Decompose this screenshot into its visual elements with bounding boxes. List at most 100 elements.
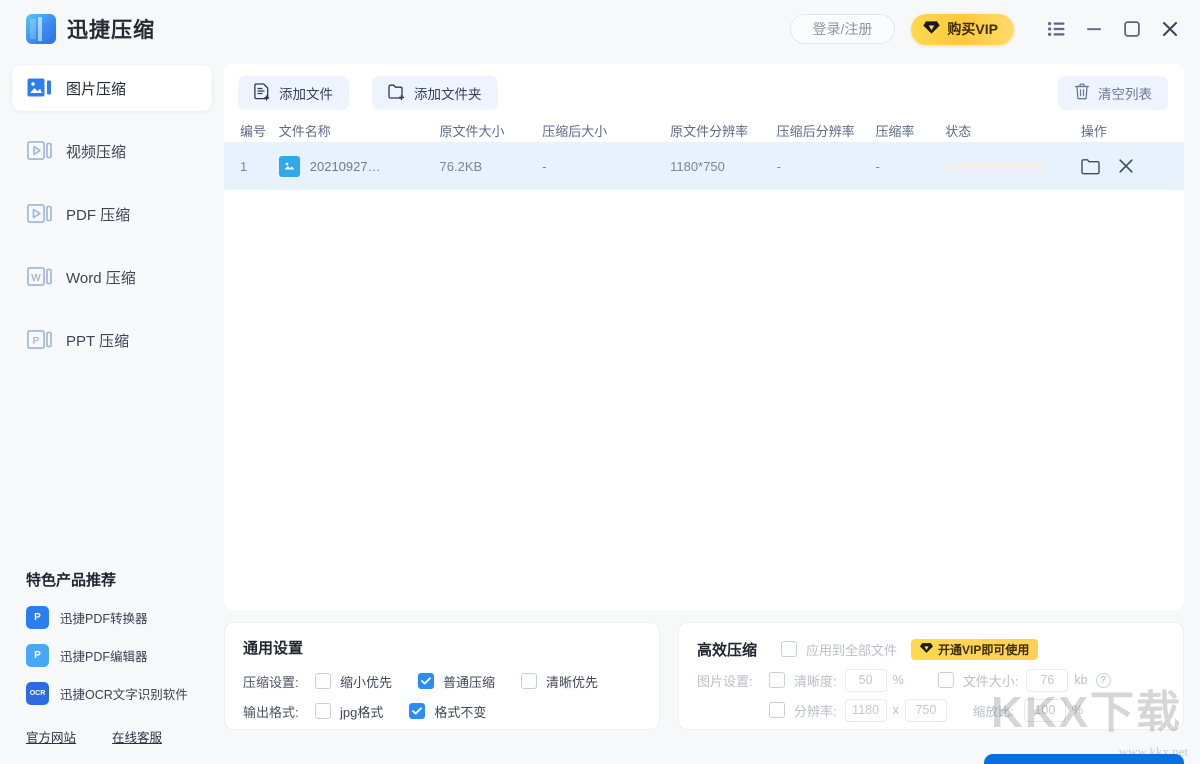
promo-item-ocr[interactable]: OCR 迅捷OCR文字识别软件 [26, 682, 224, 705]
application-window: 迅捷压缩 登录/注册 购买VIP 图片压缩 视频压缩 PDF 压缩 W Word… [0, 0, 1200, 764]
sidebar-item-word-compress[interactable]: W Word 压缩 [12, 254, 212, 300]
promo-item-label: 迅捷PDF转换器 [60, 612, 148, 626]
checkbox-normal-compress[interactable] [418, 673, 435, 689]
row-comp-size: - [542, 158, 547, 174]
sidebar: 图片压缩 视频压缩 PDF 压缩 W Word 压缩 P PPT 压缩 特色产品… [0, 58, 224, 764]
option-sharpness[interactable]: 清晰度: [769, 671, 837, 690]
option-shrink-priority[interactable]: 缩小优先 [315, 672, 392, 691]
minimize-icon[interactable] [1082, 17, 1106, 41]
vip-required-badge[interactable]: 开通VIP即可使用 [911, 638, 1039, 660]
sidebar-item-image-compress[interactable]: 图片压缩 [12, 65, 212, 111]
file-list-panel: 添加文件 添加文件夹 清空列表 编号 文件名称 原文件大小 压缩后大小 原文件分… [224, 64, 1184, 610]
row-orig-size: 76.2KB [439, 158, 483, 174]
resolution-x-separator: x [892, 703, 899, 717]
hq-compress-title: 高效压缩 [697, 641, 758, 659]
option-apply-to-all[interactable]: 应用到全部文件 [781, 640, 897, 659]
question-mark-icon[interactable]: ? [1095, 672, 1111, 688]
pdf-converter-icon: P [26, 606, 49, 629]
row-filename-cell: 20210927… [278, 155, 440, 177]
promo-item-label: 迅捷OCR文字识别软件 [60, 688, 188, 702]
option-keep-format[interactable]: 格式不变 [409, 702, 486, 721]
filesize-label: 文件大小: [962, 673, 1019, 689]
checkbox-shrink-priority[interactable] [315, 673, 331, 689]
option-label: 格式不变 [434, 704, 487, 720]
main-content: 添加文件 添加文件夹 清空列表 编号 文件名称 原文件大小 压缩后大小 原文件分… [224, 58, 1200, 764]
checkbox-keep-format[interactable] [409, 703, 426, 719]
login-register-button[interactable]: 登录/注册 [789, 14, 896, 44]
table-row[interactable]: 1 20210927… 76.2KB - 1180*750 - - [224, 142, 1184, 190]
add-file-button[interactable]: 添加文件 [238, 76, 349, 110]
promo-title: 特色产品推荐 [26, 572, 117, 589]
window-controls [1044, 17, 1182, 41]
row-no: 1 [240, 158, 248, 174]
bottom-bar: 保存至: 原文件夹 自定义 C:\Users\Test\Desktop 开始压缩 [224, 748, 1200, 764]
scale-unit: % [1071, 703, 1083, 717]
folder-icon[interactable] [1081, 158, 1100, 175]
filesize-input[interactable]: 76 [1026, 668, 1069, 692]
sidebar-item-label: 视频压缩 [66, 143, 127, 161]
diamond-icon [923, 20, 941, 38]
row-status [945, 163, 1081, 169]
svg-text:P: P [33, 336, 40, 347]
pdf-editor-icon: P [26, 644, 49, 667]
buy-vip-label: 购买VIP [947, 21, 998, 37]
checkbox-resolution[interactable] [769, 702, 785, 718]
sidebar-nav: 图片压缩 视频压缩 PDF 压缩 W Word 压缩 P PPT 压缩 [0, 58, 224, 363]
checkbox-jpg-format[interactable] [315, 703, 331, 719]
column-header-comp-res: 压缩后分辨率 [776, 123, 855, 139]
option-normal-compress[interactable]: 普通压缩 [418, 672, 495, 691]
maximize-icon[interactable] [1120, 17, 1144, 41]
settings-row: 通用设置 压缩设置: 缩小优先 普通压缩 清晰优先 输出格式: jpg格式 格式… [224, 622, 1184, 730]
option-clarity-priority[interactable]: 清晰优先 [521, 672, 598, 691]
sidebar-item-video-compress[interactable]: 视频压缩 [12, 128, 212, 174]
sharpness-label: 清晰度: [794, 673, 837, 689]
checkbox-filesize[interactable] [937, 672, 954, 688]
option-resolution[interactable]: 分辨率: [769, 701, 837, 720]
option-filesize[interactable]: 文件大小: [937, 671, 1019, 690]
progress-bar [945, 163, 1046, 169]
sharpness-input[interactable]: 50 [844, 668, 887, 692]
official-website-link[interactable]: 官方网站 [26, 727, 76, 746]
sidebar-item-ppt-compress[interactable]: P PPT 压缩 [12, 317, 212, 363]
start-compress-button[interactable]: 开始压缩 [984, 754, 1184, 764]
option-label: 普通压缩 [443, 674, 496, 690]
svg-text:W: W [31, 273, 41, 284]
scale-input[interactable]: 100 [1023, 698, 1066, 722]
checkbox-sharpness[interactable] [769, 672, 785, 688]
resolution-label: 分辨率: [794, 703, 837, 719]
scale-label: 缩放比: [972, 704, 1014, 719]
add-folder-button[interactable]: 添加文件夹 [372, 76, 498, 110]
resolution-height-input[interactable]: 750 [904, 698, 947, 722]
sidebar-item-pdf-compress[interactable]: PDF 压缩 [12, 191, 212, 237]
add-folder-label: 添加文件夹 [414, 87, 482, 102]
column-header-filename: 文件名称 [278, 123, 331, 139]
diamond-icon [920, 642, 934, 657]
option-jpg-format[interactable]: jpg格式 [315, 702, 383, 721]
clear-list-button[interactable]: 清空列表 [1058, 76, 1168, 110]
image-compress-icon [27, 76, 53, 100]
ocr-icon: OCR [26, 682, 49, 705]
remove-row-icon[interactable] [1118, 158, 1134, 174]
hq-header-row: 高效压缩 应用到全部文件 开通VIP即可使用 [697, 637, 1165, 661]
vip-badge-label: 开通VIP即可使用 [938, 642, 1030, 657]
checkbox-apply-to-all[interactable] [781, 641, 797, 657]
promo-item-pdf-converter[interactable]: P 迅捷PDF转换器 [26, 606, 224, 629]
trash-icon [1074, 83, 1090, 103]
online-support-link[interactable]: 在线客服 [112, 727, 162, 746]
buy-vip-button[interactable]: 购买VIP [911, 13, 1014, 45]
sidebar-item-label: 图片压缩 [66, 80, 127, 98]
row-orig-res: 1180*750 [670, 158, 725, 174]
promo-section: 特色产品推荐 P 迅捷PDF转换器 P 迅捷PDF编辑器 OCR 迅捷OCR文字… [0, 569, 224, 764]
filesize-unit: kb [1074, 673, 1088, 687]
sharpness-unit: % [892, 673, 904, 687]
list-menu-icon[interactable] [1044, 17, 1068, 41]
output-format-label: 输出格式: [243, 704, 299, 720]
promo-item-pdf-editor[interactable]: P 迅捷PDF编辑器 [26, 644, 224, 667]
output-format-row: 输出格式: jpg格式 格式不变 [243, 696, 641, 726]
add-file-label: 添加文件 [279, 87, 333, 102]
checkbox-clarity-priority[interactable] [521, 673, 538, 689]
table-header: 编号 文件名称 原文件大小 压缩后大小 原文件分辨率 压缩后分辨率 压缩率 状态… [224, 118, 1184, 142]
resolution-width-input[interactable]: 1180 [844, 698, 887, 722]
column-header-ratio: 压缩率 [875, 123, 915, 139]
close-icon[interactable] [1158, 17, 1182, 41]
